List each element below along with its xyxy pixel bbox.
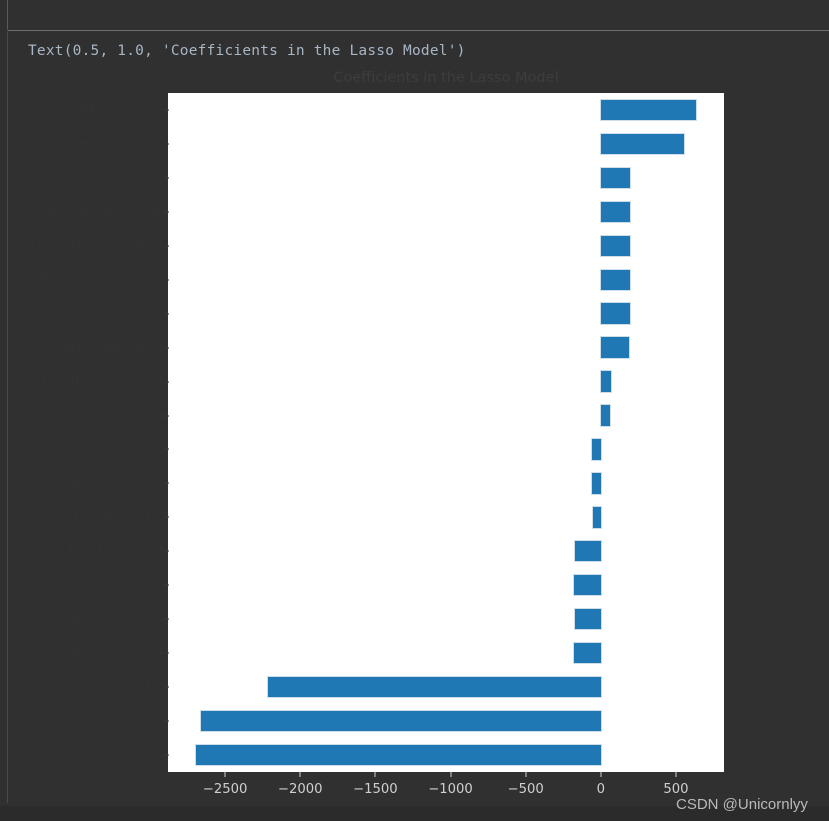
bar [600, 404, 611, 427]
y-axis-tick-label: BsmtCond_Gd [68, 543, 162, 559]
bar [574, 540, 602, 562]
y-axis-tick-label: BsmtFinType2_GLQ [36, 306, 162, 322]
y-axis-tick-mark [165, 448, 169, 450]
y-axis-tick-label: PoolQC_Gd [89, 713, 162, 729]
bar [267, 676, 602, 698]
x-axis-tick-mark [600, 772, 602, 777]
y-axis-tick-label: BsmtCond_Fa [73, 577, 162, 593]
y-axis-tick-mark [165, 347, 169, 349]
x-axis-tick-label: −2500 [202, 782, 248, 797]
y-axis-tick-label: BsmtExposure_No [42, 408, 162, 424]
y-axis-tick-label: PoolQC_Fa [94, 747, 162, 763]
plot-area [168, 93, 724, 772]
y-axis-tick-label: BsmtFinType2_LwQ [35, 170, 162, 186]
cell-divider-line [8, 30, 829, 31]
x-axis-tick-mark [224, 772, 226, 777]
x-axis-tick-label: −500 [507, 782, 544, 797]
bar [592, 506, 602, 529]
y-axis-tick-mark [165, 618, 169, 620]
bar [600, 235, 631, 257]
x-axis-tick-label: −1000 [428, 782, 473, 797]
screenshot-root: Text(0.5, 1.0, 'Coefficients in the Lass… [0, 0, 829, 821]
cell-gutter-line [7, 0, 8, 30]
x-axis-tick-mark [525, 772, 527, 777]
y-axis-tick-label: BsmtCond_Po [71, 645, 162, 661]
bar [600, 269, 631, 291]
y-axis-tick-label: MiscFeature_TenC [44, 136, 162, 152]
x-axis-tick-mark [299, 772, 301, 777]
bar [573, 642, 602, 664]
x-axis-tick-mark [450, 772, 451, 777]
bar [600, 133, 685, 155]
y-axis-tick-mark [165, 313, 169, 315]
y-axis-tick-mark [165, 245, 169, 247]
bar [200, 710, 602, 732]
y-axis-tick-label: BsmtQual_Gd [72, 475, 162, 491]
y-axis-tick-mark [165, 754, 169, 756]
y-axis-tick-label: BsmtFinType2_Rec [40, 272, 162, 288]
x-axis-tick-mark [374, 772, 376, 777]
chart-title: Coefficients in the Lasso Model [333, 70, 559, 86]
y-axis-tick-mark [165, 415, 169, 417]
y-axis-tick-mark [165, 516, 169, 518]
bar [195, 744, 602, 766]
y-axis-tick-mark [165, 211, 169, 213]
y-axis-tick-label: BsmtFinType2_Unf [41, 204, 162, 220]
y-axis-tick-label: BsmtExposure_Gd [41, 374, 162, 390]
bar [591, 472, 602, 495]
y-axis-tick-label: BsmtQual_Ex [74, 509, 162, 525]
x-axis-tick-label: −2000 [277, 782, 323, 797]
bar [600, 336, 630, 359]
matplotlib-figure: Coefficients in the Lasso Model RoofMatl… [0, 60, 829, 806]
bar [573, 574, 602, 596]
y-axis-tick-mark [165, 584, 169, 586]
x-axis-tick-label: 500 [663, 782, 689, 797]
bar [600, 370, 612, 393]
y-axis-tick-mark [165, 550, 169, 552]
watermark-label: CSDN @Unicornlyy [676, 796, 808, 813]
y-axis-tick-label: BsmtFinType2_ALQ [37, 238, 162, 254]
y-axis-tick-mark [165, 381, 169, 383]
bar [600, 302, 631, 325]
x-axis-tick-labels: −2500 −2000 −1500 −1000 −500 0 500 [168, 772, 724, 806]
y-axis-tick-mark [165, 652, 169, 654]
bar [591, 438, 602, 461]
y-axis-tick-label: PoolQC_Ex [92, 679, 162, 695]
bar [600, 201, 631, 223]
bar [600, 99, 697, 121]
bar [600, 167, 631, 189]
y-axis-tick-mark [165, 686, 169, 688]
y-axis-tick-labels: RoofMatl_ClyTile MiscFeature_TenC BsmtFinT… [0, 93, 162, 772]
output-repr-text: Text(0.5, 1.0, 'Coefficients in the Lass… [28, 43, 466, 59]
y-axis-tick-label: RoofMatl_ClyTile [53, 102, 162, 118]
y-axis-tick-mark [165, 109, 169, 111]
bar [574, 608, 602, 630]
y-axis-tick-mark [165, 279, 169, 281]
y-axis-tick-label: BsmtCond_TA [71, 611, 162, 627]
x-axis-tick-label: 0 [596, 782, 605, 797]
y-axis-tick-label: BsmtQual_TA [74, 441, 162, 457]
y-axis-tick-mark [165, 482, 169, 484]
y-axis-tick-mark [165, 143, 169, 145]
y-axis-tick-mark [165, 720, 169, 722]
y-axis-tick-label: BsmtFinType2_BLQ [37, 340, 162, 356]
y-axis-tick-mark [165, 177, 169, 179]
x-axis-tick-mark [675, 772, 677, 777]
x-axis-tick-label: −1500 [353, 782, 398, 797]
